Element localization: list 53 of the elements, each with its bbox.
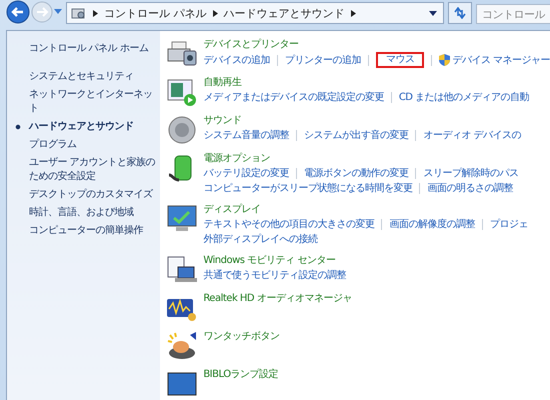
task-link[interactable]: 画面の解像度の調整 xyxy=(389,217,475,232)
category-title[interactable]: サウンド xyxy=(203,113,242,128)
search-field[interactable]: コントロール xyxy=(476,4,550,24)
task-link[interactable]: デバイスの追加 xyxy=(203,52,270,68)
control-panel-icon xyxy=(71,6,87,20)
category-title[interactable]: BIBLOランプ設定 xyxy=(203,367,278,382)
task-link[interactable]: メディアまたはデバイスの既定設定の変更 xyxy=(203,90,384,105)
breadcrumb-item[interactable]: コントロール パネル xyxy=(104,6,206,20)
back-icon[interactable] xyxy=(6,0,30,24)
task-link[interactable]: プロジェ xyxy=(490,217,528,232)
chevron-icon[interactable] xyxy=(350,10,356,16)
refresh-button[interactable] xyxy=(448,2,472,24)
autoplay-icon[interactable] xyxy=(166,77,198,107)
hand-button-icon[interactable] xyxy=(166,331,198,361)
sidebar-item[interactable]: デスクトップのカスタマイズ xyxy=(15,186,156,204)
sidebar-item[interactable]: 時計、言語、および地域 xyxy=(15,204,156,222)
breadcrumb-item[interactable]: ハードウェアとサウンド xyxy=(224,6,344,20)
task-link[interactable]: デバイス マネージャー xyxy=(452,52,550,68)
monitor-icon[interactable] xyxy=(166,204,198,234)
sidebar-link[interactable]: コントロール パネル ホーム xyxy=(15,41,156,55)
sidebar-item[interactable]: ネットワークとインターネット xyxy=(15,86,156,118)
task-link[interactable]: 共通で使うモビリティ設定の調整 xyxy=(203,268,346,283)
task-link[interactable]: コンピューターがスリープ状態になる時間を変更 xyxy=(203,181,412,196)
task-link[interactable]: 電源ボタンの動作の変更 xyxy=(304,166,408,181)
chevron-icon[interactable] xyxy=(212,10,218,16)
category-title[interactable]: ディスプレイ xyxy=(203,202,260,217)
sidebar-item[interactable]: システムとセキュリティ xyxy=(15,68,156,86)
dropdown-icon[interactable] xyxy=(429,10,437,16)
speaker-icon[interactable] xyxy=(166,115,198,145)
laptop-icon[interactable] xyxy=(166,255,198,285)
task-link[interactable]: システム音量の調整 xyxy=(203,128,289,143)
task-link[interactable]: マウス xyxy=(376,52,424,68)
task-link[interactable]: テキストやその他の項目の大きさの変更 xyxy=(203,217,374,232)
category-title[interactable]: Realtek HD オーディオマネージャ xyxy=(203,291,352,306)
task-link[interactable]: 画面の明るさの調整 xyxy=(427,181,513,196)
sidebar-item[interactable]: ユーザー アカウントと家族のための安全設定 xyxy=(15,154,156,186)
category-title[interactable]: 電源オプション xyxy=(203,151,270,166)
category-title[interactable]: Windows モビリティ センター xyxy=(203,253,336,268)
category-title[interactable]: ワンタッチボタン xyxy=(203,329,280,344)
chevron-icon[interactable] xyxy=(93,10,98,16)
category-title[interactable]: 自動再生 xyxy=(203,75,242,90)
task-link[interactable]: オーディオ デバイスの xyxy=(423,128,521,143)
address-bar[interactable]: コントロール パネル ハードウェアとサウンド xyxy=(66,2,444,24)
task-link[interactable]: CD または他のメディアの自動 xyxy=(398,90,530,105)
task-link[interactable]: スリープ解除時のパス xyxy=(423,166,518,181)
task-link[interactable]: システムが出す音の変更 xyxy=(304,128,408,143)
task-link[interactable]: バッテリ設定の変更 xyxy=(203,166,289,181)
sidebar-item[interactable]: コンピューターの簡単操作 xyxy=(15,222,156,240)
task-link[interactable]: プリンターの追加 xyxy=(284,52,361,68)
sidebar-item[interactable]: プログラム xyxy=(15,136,156,154)
task-link[interactable]: 外部ディスプレイへの接続 xyxy=(203,232,318,247)
category-title[interactable]: デバイスとプリンター xyxy=(203,37,298,52)
refresh-icon xyxy=(453,7,467,19)
